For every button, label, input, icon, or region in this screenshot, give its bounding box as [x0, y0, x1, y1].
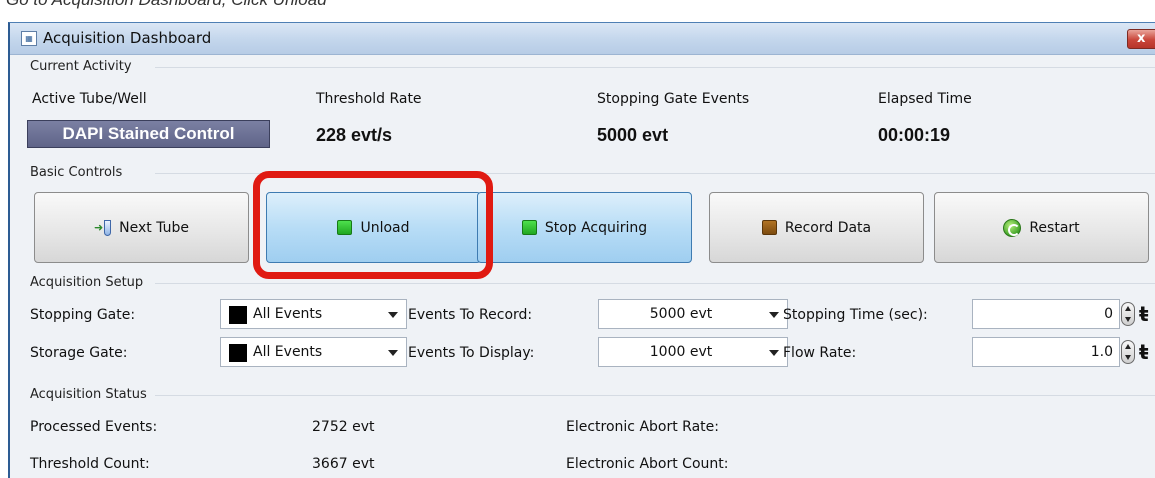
stopping-gate-value: All Events [253, 306, 323, 322]
threshold-count-label: Threshold Count: [30, 456, 150, 472]
threshold-count-value: 3667 evt [312, 456, 375, 472]
threshold-rate-header: Threshold Rate [316, 91, 422, 107]
basic-controls-label: Basic Controls [30, 165, 123, 180]
section-divider [155, 395, 1155, 396]
elapsed-time-header: Elapsed Time [878, 91, 972, 107]
unload-highlight-box [253, 171, 493, 279]
black-swatch-icon [229, 344, 247, 362]
green-square-icon [521, 220, 537, 235]
elapsed-time-value: 00:00:19 [878, 125, 951, 145]
brown-square-icon [761, 220, 777, 235]
black-swatch-icon [229, 306, 247, 324]
processed-events-value: 2752 evt [312, 419, 375, 435]
acquisition-dashboard-window: ▦ Acquisition Dashboard x Current Activi… [8, 22, 1155, 478]
stopping-time-spinner-icon[interactable] [1121, 302, 1135, 326]
next-tube-icon: ➜ [94, 219, 112, 236]
app-icon: ▦ [21, 31, 37, 46]
stopping-time-pin-icon[interactable]: ŧ [1139, 302, 1149, 326]
record-data-label: Record Data [784, 219, 872, 236]
events-to-display-value: 1000 evt [649, 344, 713, 360]
next-tube-label: Next Tube [119, 219, 190, 236]
close-button[interactable]: x [1127, 29, 1155, 49]
stopping-gate-label: Stopping Gate: [30, 307, 136, 323]
stopping-gate-events-value: 5000 evt [597, 125, 669, 145]
events-to-display-select[interactable]: 1000 evt [598, 337, 788, 367]
storage-gate-label: Storage Gate: [30, 345, 128, 361]
electronic-abort-count-label: Electronic Abort Count: [566, 456, 729, 472]
chevron-down-icon [388, 350, 398, 356]
flow-rate-spinner-icon[interactable] [1121, 340, 1135, 364]
events-to-display-label: Events To Display: [408, 345, 535, 361]
stopping-time-label: Stopping Time (sec): [783, 307, 928, 323]
next-tube-button[interactable]: ➜ Next Tube [34, 192, 249, 263]
section-divider [155, 283, 1155, 284]
chevron-down-icon [769, 350, 779, 356]
storage-gate-select[interactable]: All Events [220, 337, 407, 367]
active-tube-header: Active Tube/Well [32, 91, 147, 107]
acquisition-status-label: Acquisition Status [30, 387, 147, 402]
stopping-gate-select[interactable]: All Events [220, 299, 407, 329]
threshold-rate-value: 228 evt/s [316, 125, 393, 145]
active-tube-value: DAPI Stained Control [27, 120, 270, 148]
stop-acquiring-button[interactable]: Stop Acquiring [477, 192, 692, 263]
storage-gate-value: All Events [253, 344, 323, 360]
current-activity-label: Current Activity [30, 59, 132, 74]
flow-rate-pin-icon[interactable]: ŧ [1139, 340, 1149, 364]
restart-icon [1003, 218, 1022, 237]
stopping-gate-events-header: Stopping Gate Events [597, 91, 750, 107]
flow-rate-label: Flow Rate: [783, 345, 857, 361]
stopping-time-input[interactable]: 0 [972, 299, 1120, 329]
chevron-down-icon [769, 312, 779, 318]
stop-acquiring-label: Stop Acquiring [544, 219, 648, 236]
events-to-record-label: Events To Record: [408, 307, 533, 323]
title-bar: ▦ Acquisition Dashboard x [10, 23, 1155, 55]
electronic-abort-rate-label: Electronic Abort Rate: [566, 419, 720, 435]
record-data-button[interactable]: Record Data [709, 192, 924, 263]
processed-events-label: Processed Events: [30, 419, 158, 435]
restart-button[interactable]: Restart [934, 192, 1149, 263]
chevron-down-icon [388, 312, 398, 318]
acquisition-setup-label: Acquisition Setup [30, 275, 144, 290]
events-to-record-select[interactable]: 5000 evt [598, 299, 788, 329]
flow-rate-input[interactable]: 1.0 [972, 337, 1120, 367]
restart-label: Restart [1029, 219, 1080, 236]
section-divider [155, 67, 1155, 68]
instruction-caption: Go to Acquisition Dashboard, Click Unloa… [6, 0, 327, 10]
events-to-record-value: 5000 evt [649, 306, 713, 322]
window-title: Acquisition Dashboard [43, 29, 212, 47]
